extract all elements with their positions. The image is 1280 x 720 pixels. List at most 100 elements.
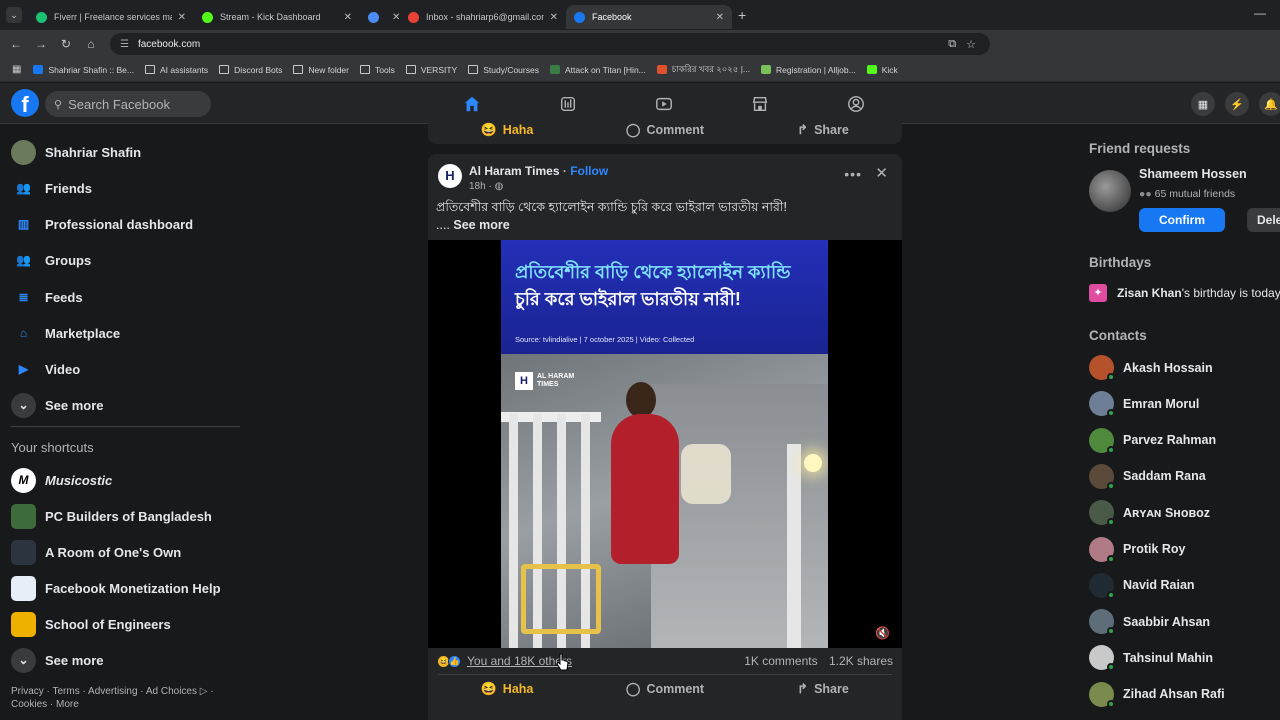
bookmark-item[interactable]: Study/Courses — [468, 63, 539, 77]
haha-button[interactable]: 😆 Haha — [428, 122, 586, 138]
sidebar-item-label: Professional dashboard — [45, 216, 194, 232]
bookmark-star-icon[interactable]: ☆ — [966, 38, 976, 51]
forward-icon[interactable]: → — [32, 37, 50, 51]
friend-request-name[interactable]: Shameem Hossen — [1139, 167, 1247, 181]
shortcut-item[interactable]: M Musicostic — [11, 466, 112, 494]
contact-item[interactable]: Parvez Rahman — [1089, 427, 1216, 454]
groups-tab-icon[interactable] — [838, 89, 874, 119]
bookmark-item[interactable]: Tools — [360, 63, 395, 77]
bookmark-item[interactable]: Kick — [866, 63, 898, 77]
search-input[interactable]: ⚲ Search Facebook — [45, 91, 211, 117]
contact-item[interactable]: Tahsinul Mahin — [1089, 645, 1213, 672]
browser-tab[interactable]: Stream - Kick Dashboard ✕ — [194, 5, 360, 29]
contact-item[interactable]: Navid Raian — [1089, 572, 1195, 599]
reels-tab-icon[interactable] — [550, 89, 586, 119]
sidebar-divider — [11, 426, 240, 427]
watch-tab-icon[interactable] — [646, 89, 682, 119]
birthdays-heading: Birthdays — [1089, 255, 1152, 270]
comment-button[interactable]: ◯ Comment — [586, 122, 744, 138]
page-avatar[interactable]: H — [438, 164, 462, 188]
close-tab-icon[interactable]: ✕ — [550, 12, 558, 23]
sidebar-item[interactable]: ⌂ Marketplace — [11, 319, 120, 347]
messenger-icon[interactable]: ⚡ — [1225, 92, 1249, 116]
close-tab-icon[interactable]: ✕ — [178, 12, 186, 23]
contact-item[interactable]: Aʀʏᴀɴ Sʜoʙoz — [1089, 500, 1210, 527]
tab-search-icon[interactable]: ⌄ — [6, 7, 22, 23]
address-bar[interactable]: ☰ facebook.com ⧉ ☆ — [110, 33, 990, 55]
sidebar-item[interactable]: 👥 Friends — [11, 174, 92, 202]
delete-button[interactable]: Delete — [1247, 208, 1280, 232]
sidebar-item[interactable]: ▥ Professional dashboard — [11, 210, 193, 238]
facebook-logo[interactable]: f — [11, 89, 39, 117]
shortcut-item[interactable]: School of Engineers — [11, 610, 171, 638]
site-info-icon[interactable]: ☰ — [120, 39, 129, 50]
close-tab-icon[interactable]: ✕ — [716, 12, 724, 23]
shares-count[interactable]: 1.2K shares — [829, 654, 893, 668]
footer-links[interactable]: Privacy · Terms · Advertising · Ad Choic… — [11, 685, 231, 711]
shortcut-item[interactable]: Facebook Monetization Help — [11, 574, 221, 602]
bookmark-item[interactable]: Attack on Titan [Hin... — [549, 63, 646, 77]
apps-grid-icon[interactable]: ▦ — [12, 64, 21, 75]
confirm-button[interactable]: Confirm — [1139, 208, 1225, 232]
shortcut-item[interactable]: ⌄ See more — [11, 646, 104, 674]
contact-item[interactable]: Saabbir Ahsan — [1089, 609, 1210, 636]
contact-item[interactable]: Zihad Ahsan Rafi — [1089, 681, 1225, 708]
haha-button[interactable]: 😆 Haha — [428, 681, 586, 697]
online-status-dot — [1107, 699, 1115, 708]
install-app-icon[interactable]: ⧉ — [948, 38, 956, 51]
post-author: Al Haram Times · Follow — [469, 164, 609, 178]
bookmark-item[interactable]: Shahriar Shafin :: Be... — [33, 63, 134, 77]
close-tab-icon[interactable]: ✕ — [344, 12, 352, 23]
contact-avatar — [1089, 645, 1115, 672]
mute-icon[interactable]: 🔇 — [875, 626, 890, 640]
contacts-heading: Contacts — [1089, 328, 1147, 343]
bookmark-item[interactable]: Registration | Alljob... — [761, 63, 856, 77]
bookmark-item[interactable]: AI assistants — [144, 63, 208, 77]
post-options-icon[interactable]: ••• — [844, 166, 862, 182]
shortcut-item[interactable]: A Room of One's Own — [11, 538, 181, 566]
marketplace-tab-icon[interactable] — [742, 89, 778, 119]
sidebar-item[interactable]: ≣ Feeds — [11, 283, 82, 311]
shortcut-item[interactable]: PC Builders of Bangladesh — [11, 502, 212, 530]
bookmark-item[interactable]: VERSITY — [405, 63, 457, 77]
browser-tab[interactable]: Inbox - shahriarp6@gmail.com ✕ — [400, 5, 566, 29]
contact-item[interactable]: Saddam Rana — [1089, 463, 1206, 490]
share-button[interactable]: ↱ Share — [744, 122, 902, 138]
post-time[interactable]: 18h · ◍ — [469, 181, 503, 192]
contact-item[interactable]: Emran Morul — [1089, 391, 1199, 418]
share-button[interactable]: ↱ Share — [744, 681, 902, 697]
follow-button[interactable]: Follow — [570, 164, 608, 178]
bookmark-item[interactable]: চাকরির খবর ২০২৫ |... — [656, 63, 750, 77]
contact-item[interactable]: Akash Hossain — [1089, 355, 1213, 381]
sidebar-item[interactable]: 👥 Groups — [11, 246, 91, 274]
hide-post-close-icon[interactable]: ✕ — [875, 164, 888, 182]
post-video[interactable]: প্রতিবেশীর বাড়ি থেকে হ্যালোইন ক্যান্ডি … — [428, 240, 902, 648]
browser-tab[interactable]: Fiverr | Freelance services mark ✕ — [28, 5, 194, 29]
sidebar-item[interactable]: ▶ Video — [11, 355, 80, 383]
back-icon[interactable]: ← — [7, 37, 25, 51]
reload-icon[interactable]: ↻ — [57, 37, 75, 51]
page-name-link[interactable]: Al Haram Times — [469, 164, 560, 178]
comment-button[interactable]: ◯ Comment — [586, 681, 744, 697]
close-tab-icon[interactable]: ✕ — [392, 12, 400, 23]
menu-grid-icon[interactable]: ▦ — [1191, 92, 1215, 116]
sidebar-item[interactable]: Shahriar Shafin — [11, 138, 141, 166]
bookmark-item[interactable]: Discord Bots — [219, 63, 282, 77]
sidebar-item[interactable]: ⌄ See more — [11, 391, 104, 419]
birthday-item[interactable]: ✦ Zisan Khan 's birthday is today — [1089, 284, 1280, 302]
reaction-icons[interactable]: 😆 👍 — [437, 654, 461, 668]
friend-request-avatar[interactable] — [1089, 170, 1131, 212]
bookmark-item[interactable]: New folder — [293, 63, 349, 77]
porch-light — [804, 454, 822, 472]
see-more-link[interactable]: See more — [453, 218, 509, 232]
comments-count[interactable]: 1K comments — [744, 654, 817, 668]
mutual-friends[interactable]: ●● 65 mutual friends — [1139, 188, 1235, 200]
contact-item[interactable]: Protik Roy — [1089, 536, 1186, 563]
notifications-bell-icon[interactable]: 🔔 — [1259, 92, 1280, 116]
home-tab-icon[interactable] — [434, 89, 510, 125]
browser-tab[interactable]: Facebook ✕ — [566, 5, 732, 29]
home-icon[interactable]: ⌂ — [82, 37, 100, 51]
browser-tab[interactable]: ✕ — [360, 5, 400, 29]
minimize-window-icon[interactable]: — — [1254, 6, 1266, 20]
new-tab-button[interactable]: + — [738, 7, 746, 23]
